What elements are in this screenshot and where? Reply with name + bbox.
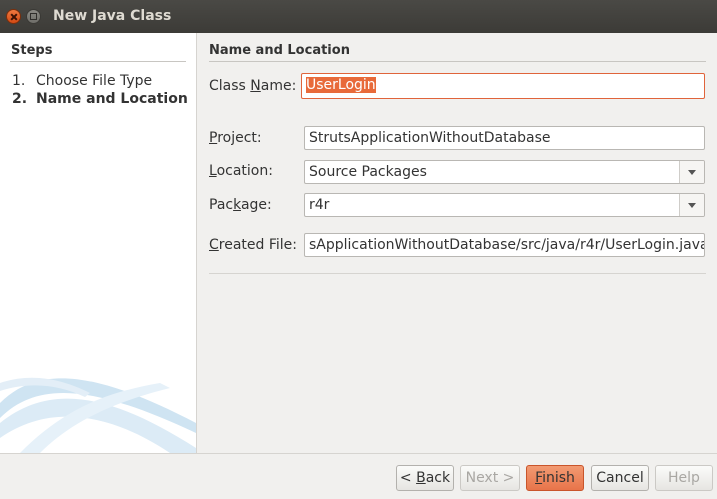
button-bar: < Back Next > Finish Cancel Help: [0, 453, 717, 499]
project-label: Project:: [209, 130, 262, 146]
divider: [209, 273, 706, 274]
chevron-down-icon[interactable]: [679, 194, 704, 216]
location-label: Location:: [209, 163, 273, 179]
package-combo[interactable]: r4r: [304, 193, 705, 217]
title-bar: New Java Class: [0, 0, 717, 33]
divider: [209, 61, 706, 62]
section-title: Name and Location: [209, 43, 350, 58]
maximize-icon[interactable]: [26, 9, 41, 24]
cancel-button[interactable]: Cancel: [591, 465, 649, 491]
window-title: New Java Class: [53, 8, 172, 24]
step-name-and-location: 2. Name and Location: [12, 91, 188, 107]
form-panel: Name and Location Class Name: UserLogin …: [197, 33, 717, 453]
project-field: StrutsApplicationWithoutDatabase: [304, 126, 705, 150]
package-label: Package:: [209, 197, 272, 213]
created-file-label: Created File:: [209, 237, 298, 253]
class-name-input[interactable]: UserLogin: [301, 73, 705, 99]
next-button[interactable]: Next >: [460, 465, 520, 491]
steps-title: Steps: [11, 43, 53, 58]
finish-button[interactable]: Finish: [526, 465, 584, 491]
back-button[interactable]: < Back: [396, 465, 454, 491]
help-button[interactable]: Help: [655, 465, 713, 491]
decorative-swoosh-image: [0, 377, 196, 453]
steps-panel: Steps 1. Choose File Type 2. Name and Loca…: [0, 33, 197, 453]
created-file-field: sApplicationWithoutDatabase/src/java/r4r…: [304, 233, 705, 257]
close-icon[interactable]: [6, 9, 21, 24]
location-combo[interactable]: Source Packages: [304, 160, 705, 184]
class-name-label: Class Name:: [209, 78, 297, 94]
chevron-down-icon[interactable]: [679, 161, 704, 183]
divider: [10, 61, 186, 62]
step-choose-file-type: 1. Choose File Type: [12, 73, 153, 89]
